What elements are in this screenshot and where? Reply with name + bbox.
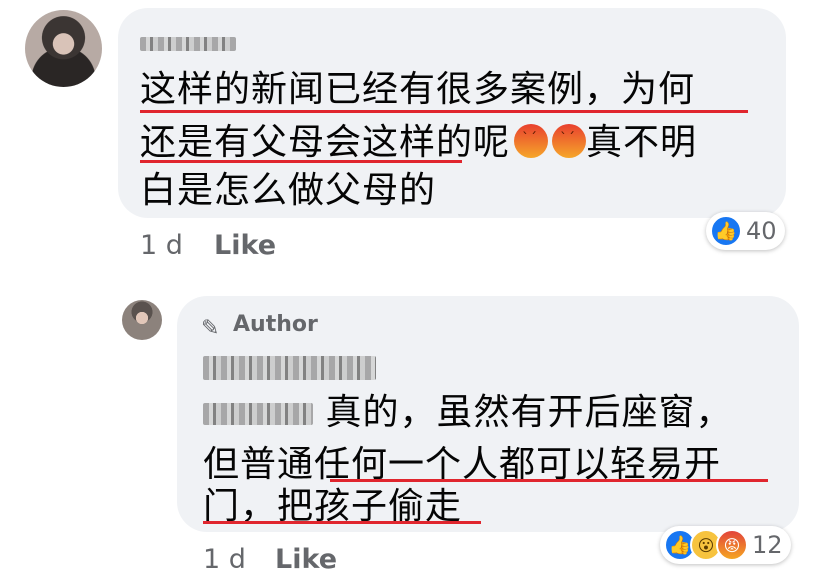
angry-reaction-icon: 😡 — [716, 529, 748, 561]
angry-emoji — [514, 124, 549, 158]
commenter-avatar[interactable] — [25, 10, 102, 87]
comment-line-2-text: 还是有父母会这样的呢 — [140, 122, 511, 163]
mention-blurred[interactable] — [203, 403, 313, 425]
comment-like-button[interactable]: Like — [214, 230, 276, 261]
red-underline — [140, 160, 462, 163]
commenter-name-blurred[interactable] — [140, 37, 236, 51]
reply-author-avatar[interactable] — [122, 300, 162, 340]
comment-line-3: 白是怎么做父母的 — [140, 170, 437, 211]
comment-line-2: 还是有父母会这样的呢 真不明 — [140, 124, 697, 161]
comment-time[interactable]: 1 d — [140, 230, 183, 261]
angry-emoji — [552, 124, 587, 158]
comment-reaction-count: 40 — [746, 217, 777, 245]
comment-line-1: 这样的新闻已经有很多案例，为何 — [140, 69, 696, 110]
reply-line-1: 真的，虽然有开后座窗， — [203, 395, 732, 431]
reply-reactions[interactable]: 👍 😮 😡 12 — [660, 526, 791, 564]
reply-line-3: 门，把孩子偷走 — [203, 486, 463, 527]
comment-reactions[interactable]: 👍 40 — [706, 212, 785, 250]
red-underline — [140, 110, 748, 113]
like-reaction-icon: 👍 — [710, 215, 742, 247]
reply-author-name-blurred[interactable] — [203, 356, 376, 380]
comment-line-2-tail: 真不明 — [586, 122, 698, 163]
pencil-icon: ✎ — [201, 316, 220, 341]
author-badge: Author — [233, 312, 318, 337]
red-underline — [203, 521, 481, 524]
red-underline — [330, 479, 768, 482]
reply-line-2: 但普通任何一个人都可以轻易开 — [203, 444, 722, 485]
reply-reaction-count: 12 — [752, 531, 783, 559]
reply-time[interactable]: 1 d — [203, 544, 246, 575]
reply-like-button[interactable]: Like — [275, 544, 337, 575]
reply-line-1-text: 真的，虽然有开后座窗， — [325, 392, 733, 433]
